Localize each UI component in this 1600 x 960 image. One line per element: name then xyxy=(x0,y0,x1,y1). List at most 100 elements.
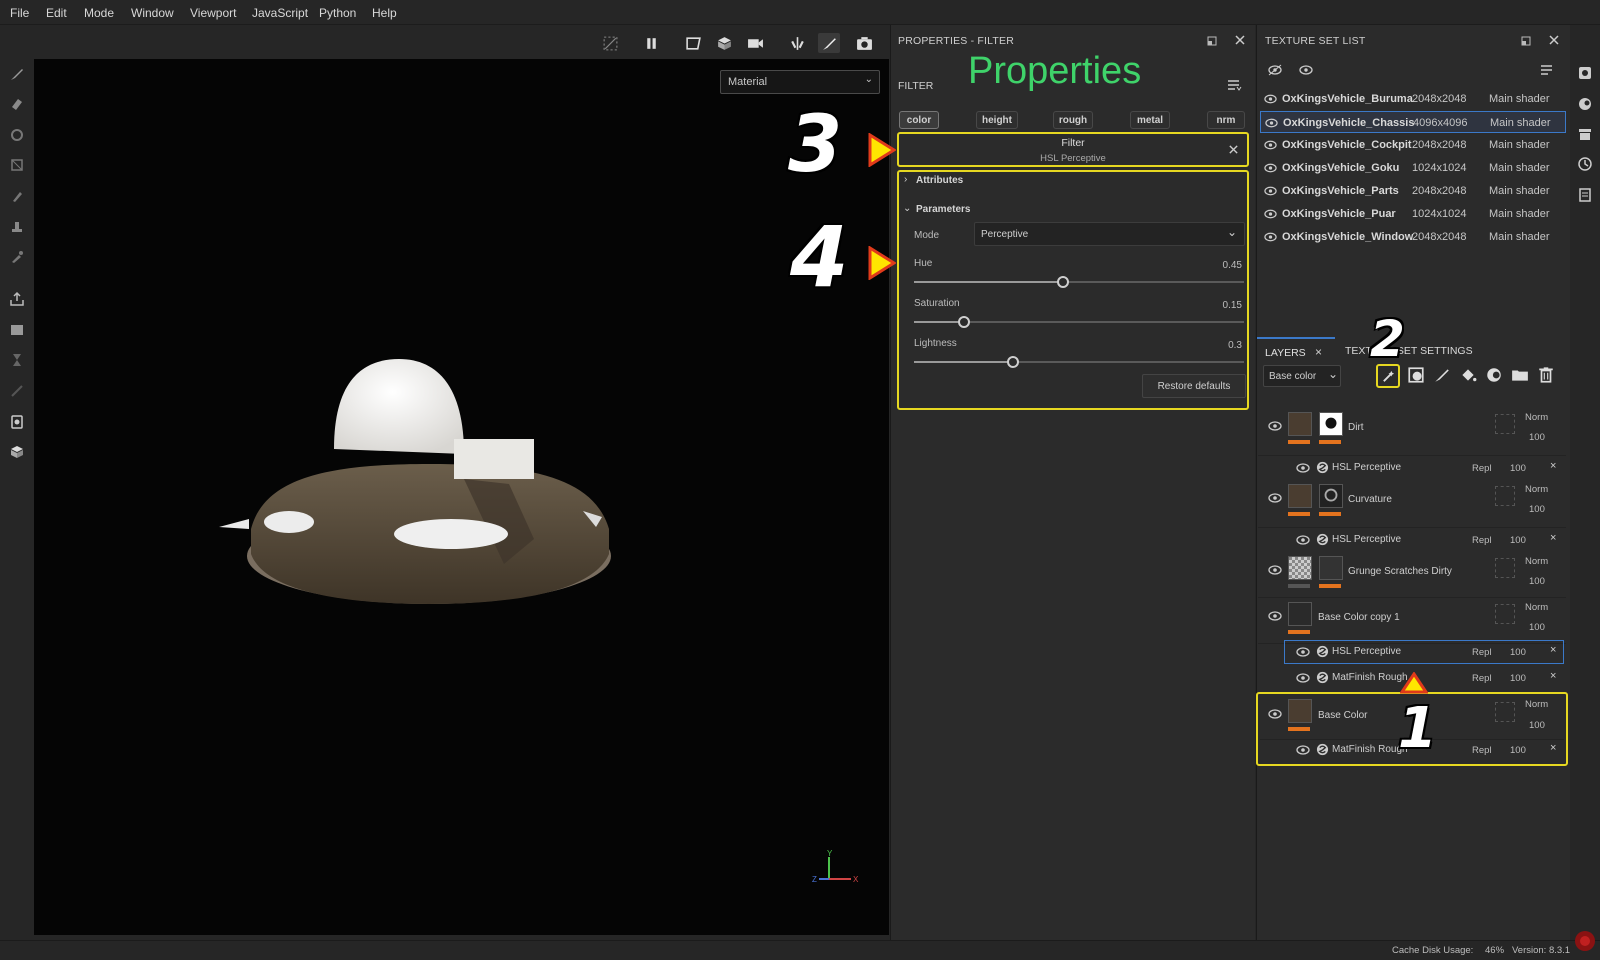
saturation-slider-handle[interactable] xyxy=(957,316,970,328)
blend-mode[interactable]: Norm xyxy=(1525,484,1548,495)
texture-set-row[interactable]: OxKingsVehicle_Goku 1024x1024 Main shader xyxy=(1260,157,1566,179)
chevron-right-icon[interactable]: › xyxy=(904,174,907,185)
shader-settings-icon[interactable] xyxy=(1577,96,1593,112)
opacity-value[interactable]: 100 xyxy=(1529,432,1545,443)
effect-blend-mode[interactable]: Repl xyxy=(1472,463,1492,474)
layer-row-dirt[interactable]: Dirt Norm 100 xyxy=(1258,408,1566,456)
opacity-value[interactable]: 100 xyxy=(1529,622,1545,633)
3d-viewport[interactable]: Y X Z xyxy=(34,59,889,935)
add-paint-layer-icon[interactable] xyxy=(1433,366,1453,386)
eye-toggle-icon[interactable] xyxy=(1267,63,1283,77)
effect-blend-mode[interactable]: Repl xyxy=(1472,673,1492,684)
hourglass-icon[interactable] xyxy=(8,351,26,369)
blend-mode[interactable]: Norm xyxy=(1525,412,1548,423)
close-icon[interactable] xyxy=(1548,34,1560,46)
menu-viewport[interactable]: Viewport xyxy=(190,6,236,20)
eye-icon[interactable] xyxy=(1264,139,1277,151)
restore-defaults-button[interactable]: Restore defaults xyxy=(1142,374,1246,398)
add-smart-material-icon[interactable] xyxy=(1485,366,1505,386)
close-icon[interactable] xyxy=(1234,34,1246,46)
notification-icon[interactable] xyxy=(1572,928,1598,954)
menu-window[interactable]: Window xyxy=(131,6,174,20)
eye-icon[interactable] xyxy=(1264,162,1277,174)
menu-javascript[interactable]: JavaScript xyxy=(252,6,308,20)
eye-icon[interactable] xyxy=(1268,610,1282,622)
close-icon[interactable]: × xyxy=(1550,532,1556,544)
blend-mode[interactable]: Norm xyxy=(1525,699,1548,710)
menu-edit[interactable]: Edit xyxy=(46,6,67,20)
channel-nrm-chip[interactable]: nrm xyxy=(1207,111,1245,129)
mode-select[interactable]: Perceptive ⌄ xyxy=(974,222,1245,246)
list-menu-icon[interactable] xyxy=(1539,63,1555,77)
hide-ui-icon[interactable] xyxy=(599,33,621,53)
remove-filter-icon[interactable] xyxy=(1228,144,1239,155)
texture-set-row[interactable]: OxKingsVehicle_Chassis 4096x4096 Main shad… xyxy=(1260,111,1566,133)
lightness-slider-handle[interactable] xyxy=(1007,356,1019,368)
eye-icon[interactable] xyxy=(1296,672,1310,684)
texture-set-row[interactable]: OxKingsVehicle_Buruma 2048x2048 Main shade… xyxy=(1260,88,1566,110)
projection-icon[interactable] xyxy=(8,126,26,144)
eye-icon[interactable] xyxy=(1264,185,1277,197)
history-icon[interactable] xyxy=(1577,156,1593,172)
bake-export-icon[interactable] xyxy=(8,290,26,308)
effect-blend-mode[interactable]: Repl xyxy=(1472,647,1492,658)
channel-rough-chip[interactable]: rough xyxy=(1053,111,1093,129)
camera-video-icon[interactable] xyxy=(744,33,766,53)
effect-opacity[interactable]: 100 xyxy=(1510,463,1526,474)
clone-stamp-icon[interactable] xyxy=(8,218,26,236)
eye-icon[interactable] xyxy=(1264,93,1277,105)
opacity-value[interactable]: 100 xyxy=(1529,504,1545,515)
panel-menu-icon[interactable] xyxy=(1226,78,1242,92)
transform-icon[interactable] xyxy=(8,382,26,400)
texture-set-row[interactable]: OxKingsVehicle_Puar 1024x1024 Main shader xyxy=(1260,203,1566,225)
menu-mode[interactable]: Mode xyxy=(84,6,114,20)
effect-row[interactable]: HSL Perceptive Repl 100 × xyxy=(1284,528,1566,552)
layer-row-base-color-copy[interactable]: Base Color copy 1 Norm 100 xyxy=(1258,598,1566,644)
archive-icon[interactable] xyxy=(1577,126,1593,142)
add-fill-layer-icon[interactable] xyxy=(1459,366,1479,386)
effect-opacity[interactable]: 100 xyxy=(1510,745,1526,756)
eye-icon[interactable] xyxy=(1268,708,1282,720)
attributes-section[interactable]: Attributes xyxy=(916,175,963,186)
effect-row-selected[interactable]: HSL Perceptive Repl 100 × xyxy=(1284,640,1564,664)
effect-opacity[interactable]: 100 xyxy=(1510,647,1526,658)
view-3d-icon[interactable] xyxy=(713,33,735,53)
view-2d-icon[interactable] xyxy=(682,33,704,53)
eye-icon[interactable] xyxy=(1296,534,1310,546)
undock-icon[interactable] xyxy=(1206,35,1218,47)
effect-opacity[interactable]: 100 xyxy=(1510,535,1526,546)
eye-icon[interactable] xyxy=(1298,63,1314,77)
channel-metal-chip[interactable]: metal xyxy=(1130,111,1170,129)
close-icon[interactable]: × xyxy=(1550,742,1556,754)
eye-icon[interactable] xyxy=(1265,117,1278,129)
eye-icon[interactable] xyxy=(1264,231,1277,243)
material-view-select[interactable]: Material ⌄ xyxy=(720,70,880,94)
cube-icon[interactable] xyxy=(8,443,26,461)
eye-icon[interactable] xyxy=(1268,564,1282,576)
undock-icon[interactable] xyxy=(1520,35,1532,47)
eraser-icon[interactable] xyxy=(8,95,26,113)
menu-help[interactable]: Help xyxy=(372,6,397,20)
paint-mode-icon[interactable] xyxy=(818,33,840,53)
channel-color-chip[interactable]: color xyxy=(899,111,939,129)
texture-bake-icon[interactable] xyxy=(8,321,26,339)
eye-icon[interactable] xyxy=(1268,492,1282,504)
smudge-icon[interactable] xyxy=(8,187,26,205)
tab-layers[interactable]: LAYERS × xyxy=(1257,337,1335,367)
symmetry-icon[interactable] xyxy=(786,33,808,53)
channel-height-chip[interactable]: height xyxy=(976,111,1018,129)
eye-icon[interactable] xyxy=(1264,208,1277,220)
tab-texture-set-settings[interactable]: TEXTURE SET SETTINGS xyxy=(1345,345,1473,357)
blend-mode[interactable]: Norm xyxy=(1525,556,1548,567)
add-folder-icon[interactable] xyxy=(1511,366,1531,386)
eye-icon[interactable] xyxy=(1296,646,1310,658)
effect-opacity[interactable]: 100 xyxy=(1510,673,1526,684)
texture-set-row[interactable]: OxKingsVehicle_Cockpit 2048x2048 Main shad… xyxy=(1260,134,1566,156)
close-icon[interactable]: × xyxy=(1550,670,1556,682)
blend-mode[interactable]: Norm xyxy=(1525,602,1548,613)
polygon-fill-icon[interactable] xyxy=(8,156,26,174)
effect-blend-mode[interactable]: Repl xyxy=(1472,745,1492,756)
layer-row-grunge[interactable]: Grunge Scratches Dirty Norm 100 xyxy=(1258,552,1566,598)
hue-slider-handle[interactable] xyxy=(1056,276,1069,288)
display-settings-icon[interactable] xyxy=(1577,65,1593,81)
